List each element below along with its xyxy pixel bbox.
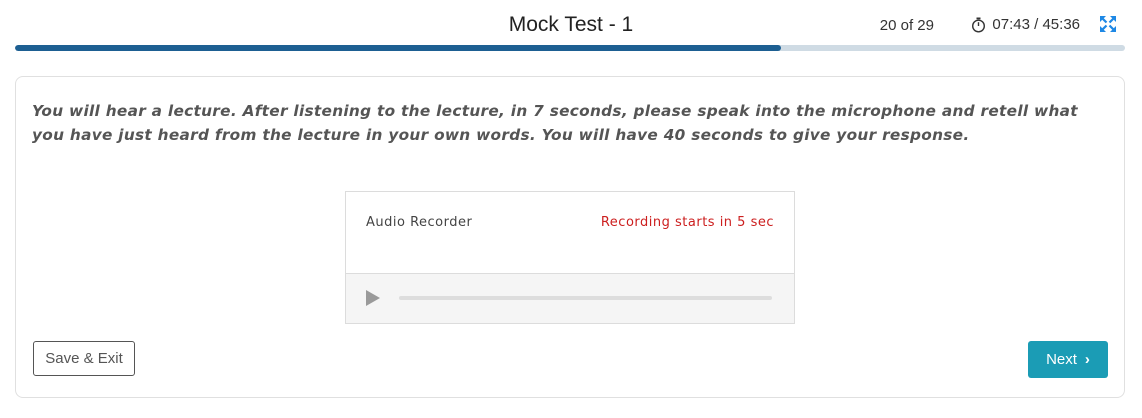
audio-recorder-label: Audio Recorder [366, 215, 473, 230]
question-instruction: You will hear a lecture. After listening… [32, 102, 1078, 144]
question-counter: 20 of 29 [879, 17, 934, 34]
timer: 07:43 / 45:36 [971, 16, 1080, 33]
next-button[interactable]: Next › [1028, 341, 1108, 378]
save-exit-button[interactable]: Save & Exit [33, 341, 135, 376]
chevron-right-icon: › [1084, 351, 1090, 368]
stopwatch-icon [971, 17, 986, 33]
fullscreen-icon[interactable] [1099, 15, 1117, 33]
header: Mock Test - 1 20 of 29 07:43 / 45:36 [0, 0, 1142, 46]
playback-seek-bar[interactable] [399, 296, 772, 300]
audio-recorder: Audio Recorder Recording starts in 5 sec [345, 191, 795, 324]
test-progress-bar [15, 45, 1125, 51]
test-progress-fill [15, 45, 781, 51]
playback-bar [346, 273, 794, 323]
next-button-label: Next [1046, 351, 1077, 368]
play-icon[interactable] [366, 290, 380, 306]
question-card: You will hear a lecture. After listening… [15, 76, 1125, 398]
timer-text: 07:43 / 45:36 [992, 16, 1080, 33]
recording-status: Recording starts in 5 sec [600, 215, 774, 230]
